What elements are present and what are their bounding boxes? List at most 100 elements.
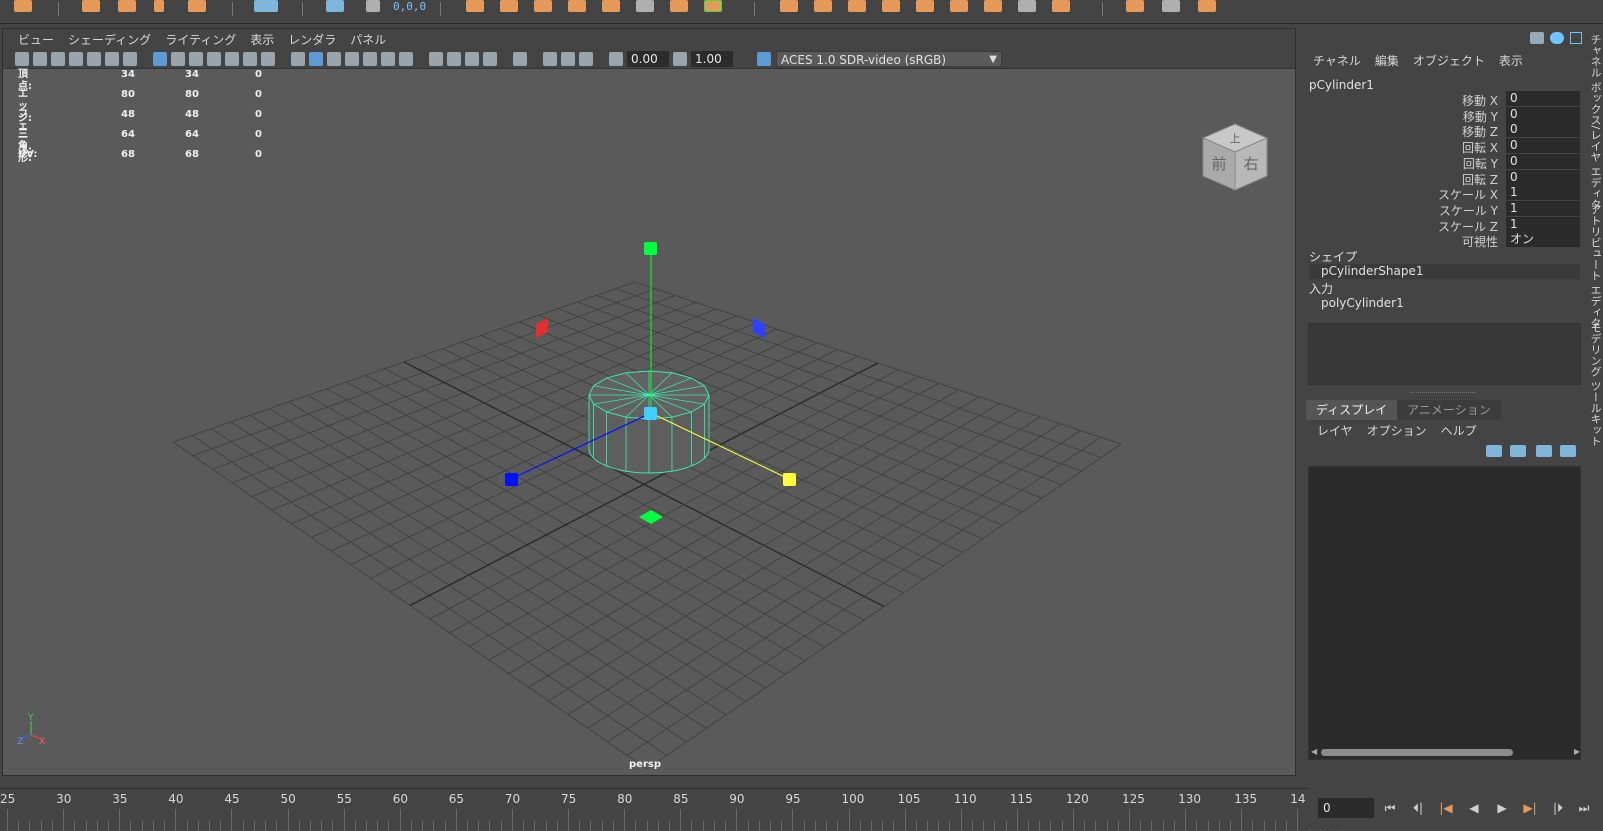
- move-layer-up-icon[interactable]: [1486, 445, 1502, 457]
- camera-icon[interactable]: [15, 52, 29, 66]
- channel-value-field[interactable]: オン: [1506, 232, 1580, 248]
- shelf-tool-icon[interactable]: [366, 0, 380, 12]
- menu-show[interactable]: 表示: [243, 31, 281, 48]
- default-material-icon[interactable]: [327, 52, 341, 66]
- channel-value-field[interactable]: 0: [1506, 138, 1580, 154]
- channel-value-field[interactable]: 1: [1506, 216, 1580, 232]
- vtab-modeling-toolkit[interactable]: モデリング ツールキット: [1587, 322, 1603, 447]
- shelf-tool-icon[interactable]: [670, 0, 688, 12]
- view-cube[interactable]: 上 前 右: [1201, 123, 1269, 191]
- channel-value-field[interactable]: 0: [1506, 122, 1580, 138]
- safe-action-icon[interactable]: [243, 52, 257, 66]
- shelf-tool-icon[interactable]: [188, 0, 206, 12]
- step-back-key-icon[interactable]: |◀: [1438, 801, 1454, 815]
- channel-row[interactable]: スケール X1: [1300, 185, 1585, 202]
- field-chart-icon[interactable]: [225, 52, 239, 66]
- yz-plane-handle[interactable]: [753, 318, 765, 338]
- move-layer-down-icon[interactable]: [1510, 445, 1526, 457]
- xray-icon[interactable]: [543, 52, 557, 66]
- tab-animation[interactable]: アニメーション: [1397, 400, 1501, 420]
- gate-mask-icon[interactable]: [207, 52, 221, 66]
- viewport-canvas[interactable]: 上 前 右 Y Z X: [3, 69, 1295, 775]
- exposure-field[interactable]: 0.00: [627, 51, 669, 67]
- channel-label[interactable]: 可視性: [1462, 233, 1498, 250]
- play-backwards-icon[interactable]: ◀: [1466, 801, 1482, 815]
- play-forwards-icon[interactable]: ▶: [1494, 801, 1510, 815]
- shelf-tool-icon[interactable]: [780, 0, 798, 12]
- gamma-field[interactable]: 1.00: [691, 51, 733, 67]
- channel-value-field[interactable]: 0: [1506, 106, 1580, 122]
- brush-icon[interactable]: [123, 52, 137, 66]
- go-to-end-icon[interactable]: ⏭: [1576, 801, 1592, 815]
- menu-toggle-icon[interactable]: [1530, 32, 1544, 44]
- menu-help[interactable]: ヘルプ: [1434, 422, 1484, 439]
- channel-value-field[interactable]: 0: [1506, 169, 1580, 185]
- channel-value-field[interactable]: 0: [1506, 91, 1580, 106]
- shelf-tool-icon[interactable]: [568, 0, 586, 12]
- shelf-tool-icon[interactable]: [882, 0, 900, 12]
- new-layer-icon[interactable]: [1536, 445, 1552, 457]
- input-node[interactable]: polyCylinder1: [1309, 296, 1580, 311]
- menu-edit[interactable]: 編集: [1368, 52, 1406, 69]
- menu-layers[interactable]: レイヤ: [1310, 422, 1360, 439]
- gamma-icon[interactable]: [673, 52, 687, 66]
- vtab-attribute-editor[interactable]: アトリビュート エディタ: [1587, 204, 1603, 329]
- shelf-tool-icon[interactable]: [82, 0, 100, 12]
- image-plane-icon[interactable]: [51, 52, 65, 66]
- shelf-tool-icon[interactable]: [704, 0, 722, 12]
- channel-value-field[interactable]: 1: [1506, 185, 1580, 201]
- go-to-start-icon[interactable]: ⏮: [1382, 801, 1398, 815]
- shelf-tool-icon[interactable]: [636, 0, 654, 12]
- menu-lighting[interactable]: ライティング: [158, 31, 243, 48]
- center-handle[interactable]: [644, 407, 657, 420]
- shelf-tool-icon[interactable]: [1198, 0, 1216, 12]
- shelf-tool-icon[interactable]: [1052, 0, 1070, 12]
- pcylinder1-wireframe[interactable]: [588, 370, 710, 474]
- wireframe-on-shaded-icon[interactable]: [345, 52, 359, 66]
- shelf-tool-icon[interactable]: [848, 0, 866, 12]
- channel-row[interactable]: スケール Z1: [1300, 216, 1585, 234]
- 2d-pan-icon[interactable]: [87, 52, 101, 66]
- shelf-tool-icon[interactable]: [154, 0, 164, 12]
- scroll-right-icon[interactable]: ▶: [1574, 747, 1580, 756]
- refresh-icon[interactable]: [1550, 32, 1564, 44]
- menu-channels[interactable]: チャネル: [1306, 52, 1368, 69]
- safe-title-icon[interactable]: [261, 52, 275, 66]
- pane-splitter[interactable]: [1410, 392, 1475, 394]
- vtab-channel-box[interactable]: チャネル ボックス/レイヤ エディタ: [1587, 34, 1603, 210]
- grid-icon[interactable]: [153, 52, 167, 66]
- y-axis-handle[interactable]: [644, 242, 657, 255]
- time-slider[interactable]: 25 30 35 40 45 50 55 60 65 70 75 80 85 90 95 100 105 110 1…: [0, 788, 1344, 831]
- shelf-tool-icon[interactable]: [500, 0, 518, 12]
- menu-object[interactable]: オブジェクト: [1406, 52, 1492, 69]
- shelf-tool-icon[interactable]: [118, 0, 136, 12]
- channel-row[interactable]: 移動 X0: [1300, 91, 1585, 108]
- scrollbar-thumb[interactable]: [1321, 749, 1513, 756]
- object-name[interactable]: pCylinder1: [1309, 78, 1374, 92]
- layer-list[interactable]: ◀ ▶: [1308, 466, 1581, 760]
- channel-row[interactable]: 回転 X0: [1300, 138, 1585, 155]
- tab-display[interactable]: ディスプレイ: [1306, 400, 1398, 420]
- exposure-icon[interactable]: [609, 52, 623, 66]
- motion-blur-icon[interactable]: [447, 52, 461, 66]
- shelf-tool-icon[interactable]: [984, 0, 1002, 12]
- shelf-tool-icon[interactable]: [1162, 0, 1180, 12]
- menu-shading[interactable]: シェーディング: [61, 31, 158, 48]
- z-axis-handle[interactable]: [505, 473, 518, 486]
- camera-attributes-icon[interactable]: [33, 52, 47, 66]
- channel-row[interactable]: 回転 Z0: [1300, 169, 1585, 187]
- menu-options[interactable]: オプション: [1360, 422, 1434, 439]
- step-back-frame-icon[interactable]: ⏴|: [1410, 801, 1426, 815]
- menu-show[interactable]: 表示: [1492, 52, 1530, 69]
- resolution-gate-icon[interactable]: [189, 52, 203, 66]
- isolate-select-icon[interactable]: [513, 52, 527, 66]
- menu-panels[interactable]: パネル: [343, 31, 393, 48]
- color-space-dropdown[interactable]: ACES 1.0 SDR-video (sRGB) ▼: [776, 51, 1002, 67]
- use-all-lights-icon[interactable]: [381, 52, 395, 66]
- layer-scrollbar[interactable]: ◀ ▶: [1311, 747, 1580, 757]
- step-forward-frame-icon[interactable]: |⏵: [1550, 801, 1566, 815]
- shelf-tool-icon[interactable]: [254, 0, 278, 12]
- shelf-tool-icon[interactable]: [14, 0, 32, 12]
- shelf-tool-icon[interactable]: [1126, 0, 1144, 12]
- color-management-icon[interactable]: [757, 52, 771, 66]
